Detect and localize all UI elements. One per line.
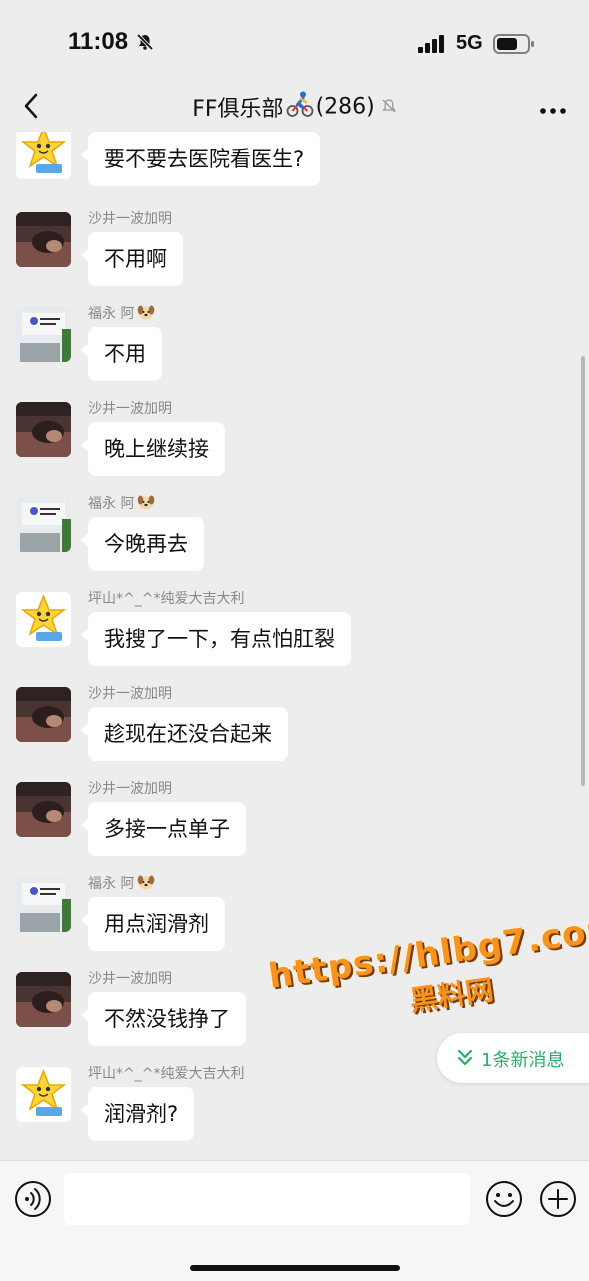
avatar[interactable] (16, 497, 71, 552)
battery-icon (493, 34, 535, 58)
sender-name-text: 坪山*^_^*纯爱大吉大利 (88, 1066, 245, 1082)
home-indicator (190, 1265, 400, 1271)
dog-emoji (134, 495, 155, 512)
dog-emoji (134, 875, 155, 892)
emoji-icon[interactable] (485, 1180, 523, 1222)
new-messages-label: 1条新消息 (481, 1050, 565, 1071)
message-bubble[interactable]: 不用啊 (81, 232, 183, 286)
sender-name: 坪山*^_^*纯爱大吉大利 (88, 1063, 244, 1083)
sender-name-text: 沙井一波加明 (88, 686, 172, 702)
sender-name: 福永 阿 (88, 493, 155, 513)
message-bubble[interactable]: 趁现在还没合起来 (81, 707, 288, 761)
sender-name-text: 沙井一波加明 (88, 781, 172, 797)
message-list[interactable]: 要不要去医院看医生? 沙井一波加明 不用啊 福永 阿不用 沙井一波加明 晚上继续接 福永 阿… (0, 132, 589, 1160)
message-bubble[interactable]: 润滑剂? (80, 1087, 195, 1141)
sender-name: 坪山*^_^*纯爱大吉大利 (88, 588, 244, 608)
chat-header: FF俱乐部 (286) (0, 80, 589, 132)
sender-name-text: 福永 阿 (88, 496, 135, 512)
sender-name: 福永 阿 (88, 873, 155, 893)
bell-off-icon (136, 33, 154, 55)
message-bubble[interactable]: 不用 (81, 327, 162, 381)
more-icon[interactable] (539, 100, 567, 119)
signal-icon (418, 35, 446, 57)
avatar[interactable] (16, 307, 71, 362)
voice-icon[interactable] (14, 1180, 52, 1222)
avatar[interactable] (16, 592, 71, 647)
dog-emoji (134, 305, 155, 322)
sender-name-text: 沙井一波加明 (88, 211, 172, 227)
input-bar (0, 1160, 589, 1281)
scrollbar[interactable] (581, 356, 585, 786)
sender-name: 沙井一波加明 (88, 398, 172, 418)
sender-name-text: 沙井一波加明 (88, 971, 172, 987)
avatar[interactable] (16, 132, 71, 179)
avatar[interactable] (16, 212, 71, 267)
chat-member-count: (286) (315, 94, 375, 120)
sender-name: 福永 阿 (88, 303, 155, 323)
message-bubble[interactable]: 晚上继续接 (81, 422, 225, 476)
network-label: 5G (456, 32, 483, 54)
avatar[interactable] (16, 1067, 71, 1122)
status-bar: 11:08 5G (0, 0, 589, 88)
status-time: 11:08 (68, 28, 129, 55)
mute-icon (381, 95, 397, 120)
message-bubble[interactable]: 用点润滑剂 (81, 897, 225, 951)
avatar[interactable] (16, 877, 71, 932)
sender-name: 沙井一波加明 (88, 683, 172, 703)
message-bubble[interactable]: 不然没钱挣了 (81, 992, 246, 1046)
sender-name-text: 坪山*^_^*纯爱大吉大利 (88, 591, 245, 607)
message-input[interactable] (64, 1173, 470, 1225)
chat-title-text: FF俱乐部 (192, 97, 284, 122)
sender-name-text: 福永 阿 (88, 306, 135, 322)
sender-name: 沙井一波加明 (88, 778, 172, 798)
sender-name: 沙井一波加明 (88, 208, 172, 228)
avatar[interactable] (16, 402, 71, 457)
message-bubble[interactable]: 我搜了一下，有点怕肛裂 (81, 612, 351, 666)
avatar[interactable] (16, 782, 71, 837)
new-messages-button[interactable]: 1条新消息 (437, 1033, 589, 1083)
avatar[interactable] (16, 972, 71, 1027)
chat-title: FF俱乐部 (286) (0, 90, 589, 124)
sender-name: 沙井一波加明 (88, 968, 172, 988)
sender-name-text: 沙井一波加明 (88, 401, 172, 417)
avatar[interactable] (16, 687, 71, 742)
message-bubble[interactable]: 今晚再去 (81, 517, 204, 571)
message-bubble[interactable]: 要不要去医院看医生? (80, 132, 321, 186)
double-chevron-down-icon (457, 1049, 473, 1071)
cyclist-emoji (286, 90, 314, 124)
sender-name-text: 福永 阿 (88, 876, 135, 892)
message-bubble[interactable]: 多接一点单子 (81, 802, 246, 856)
plus-icon[interactable] (539, 1180, 577, 1222)
